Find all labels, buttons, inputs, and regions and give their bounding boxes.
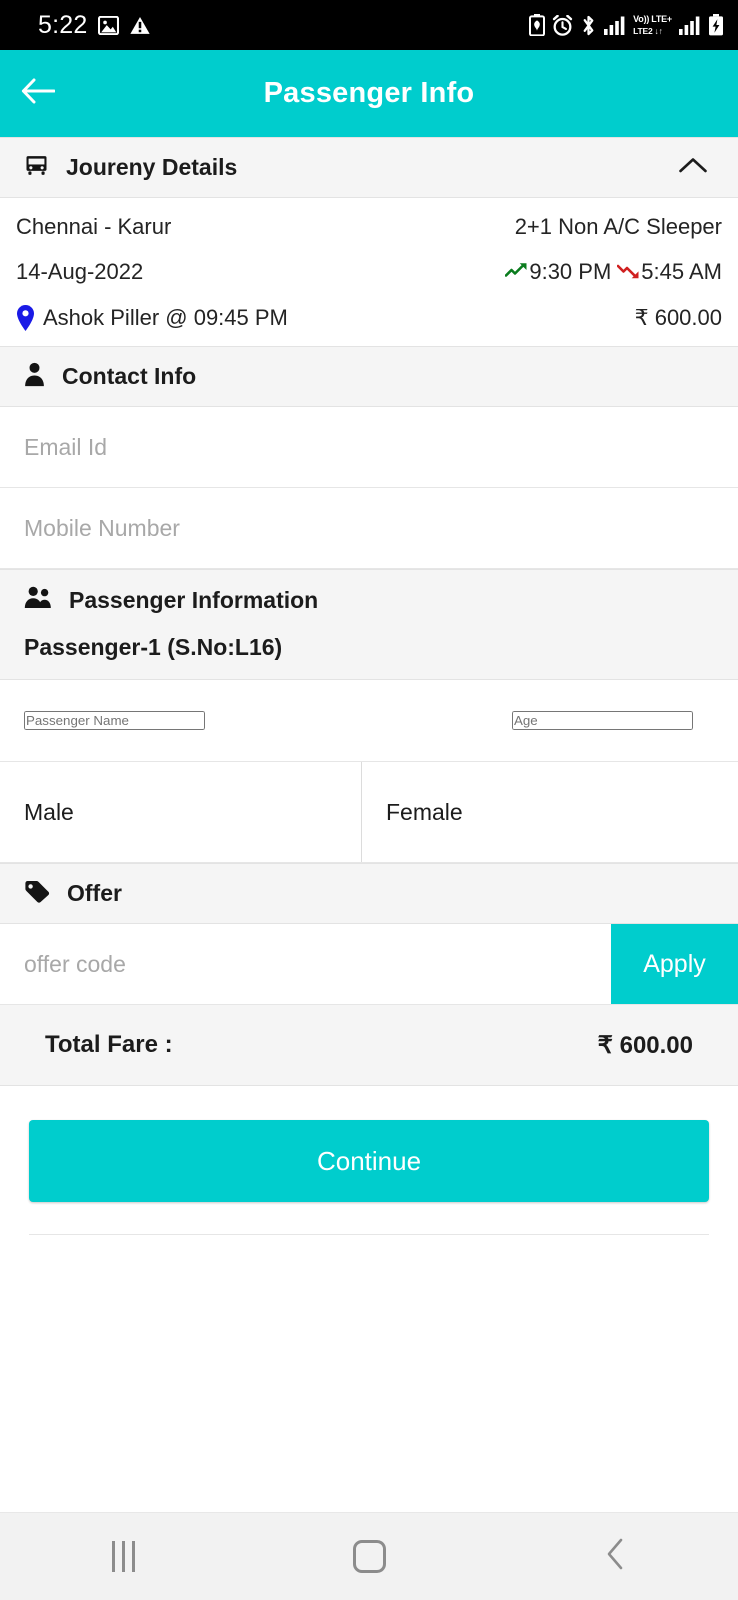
continue-button[interactable]: Continue [29, 1120, 709, 1202]
contact-info-header: Contact Info [0, 346, 738, 407]
passenger-label-row: Passenger-1 (S.No:L16) [24, 634, 714, 661]
gender-option-female[interactable]: Female [362, 762, 738, 862]
chevron-up-icon[interactable] [672, 150, 714, 186]
android-nav-bar [0, 1512, 738, 1600]
journey-row-boarding-fare: Ashok Piller @ 09:45 PM ₹ 600.00 [16, 304, 722, 332]
passenger-age-cell[interactable] [488, 680, 738, 761]
mobile-field-row[interactable] [0, 488, 738, 569]
passenger-name-cell[interactable] [0, 680, 488, 761]
journey-times: 9:30 PM 5:45 AM [505, 259, 722, 285]
gender-male-label: Male [24, 798, 74, 825]
status-bar: 5:22 Vo)) LTE+ LTE2 ↓↑ [0, 0, 738, 50]
volte-icon: Vo)) LTE+ LTE2 ↓↑ [633, 13, 672, 36]
journey-details-header[interactable]: Joureny Details [0, 137, 738, 198]
journey-row-route: Chennai - Karur 2+1 Non A/C Sleeper [16, 214, 722, 240]
passenger-label: Passenger-1 (S.No:L16) [24, 634, 283, 660]
nav-home-button[interactable] [309, 1513, 429, 1600]
email-input[interactable] [24, 433, 714, 461]
status-bar-clock: 5:22 [38, 10, 88, 39]
total-fare-bar: Total Fare : ₹ 600.00 [0, 1005, 738, 1086]
journey-bus-type: 2+1 Non A/C Sleeper [514, 214, 722, 239]
offer-title: Offer [67, 880, 122, 906]
arrival-time: 5:45 AM [641, 259, 722, 284]
page-title: Passenger Info [263, 77, 475, 109]
offer-row: Apply [0, 924, 738, 1005]
back-button[interactable] [16, 72, 60, 116]
journey-details-title: Joureny Details [66, 154, 238, 180]
bluetooth-icon [580, 14, 597, 37]
arrival-time-group: 5:45 AM [616, 259, 722, 285]
passenger-information-title-row: Passenger Information [24, 586, 714, 614]
status-bar-left: 5:22 [38, 10, 151, 40]
home-icon [352, 1540, 386, 1573]
passenger-name-age-row [0, 680, 738, 762]
signal-bars-icon [604, 16, 626, 35]
bus-icon [24, 153, 49, 183]
journey-row-date-times: 14-Aug-2022 9:30 PM 5:45 AM [16, 259, 722, 285]
alarm-icon [552, 14, 573, 36]
recents-icon [111, 1541, 135, 1572]
passenger-age-input[interactable] [512, 711, 693, 730]
mobile-input[interactable] [24, 514, 714, 542]
map-pin-icon [16, 304, 35, 332]
app-screen: 5:22 Vo)) LTE+ LTE2 ↓↑ Passenger Info Jo… [0, 0, 738, 1600]
offer-code-cell[interactable] [0, 924, 611, 1004]
image-icon [98, 15, 120, 35]
apply-button[interactable]: Apply [611, 924, 738, 1004]
nav-recents-button[interactable] [63, 1513, 183, 1600]
tag-icon [24, 880, 50, 908]
departure-time-group: 9:30 PM [505, 259, 611, 285]
nav-back-button[interactable] [555, 1513, 675, 1600]
trending-down-icon [616, 259, 640, 285]
app-bar: Passenger Info [0, 50, 738, 137]
data-arrows-label: ↓↑ [654, 25, 663, 36]
group-icon [24, 586, 52, 614]
lte-plus-label: LTE+ [651, 13, 672, 24]
battery-charging-icon [708, 14, 724, 36]
gender-female-label: Female [386, 798, 463, 825]
total-fare-label: Total Fare : [45, 1031, 173, 1058]
journey-fare: ₹ 600.00 [634, 305, 722, 330]
trending-up-icon [505, 259, 528, 285]
passenger-information-header: Passenger Information Passenger-1 (S.No:… [0, 569, 738, 680]
journey-route: Chennai - Karur [16, 214, 172, 239]
status-bar-right: Vo)) LTE+ LTE2 ↓↑ [529, 14, 724, 37]
content-divider [29, 1234, 709, 1235]
warning-icon [130, 16, 151, 35]
arrow-left-icon [21, 78, 56, 109]
passenger-information-title: Passenger Information [69, 586, 319, 613]
lte2-label: LTE2 [633, 25, 653, 36]
continue-section: Continue [0, 1086, 738, 1235]
gender-selector: Male Female [0, 762, 738, 863]
person-icon [24, 362, 45, 392]
offer-header: Offer [0, 863, 738, 924]
journey-date: 14-Aug-2022 [16, 259, 144, 284]
gender-option-male[interactable]: Male [0, 762, 362, 862]
journey-boarding-point: Ashok Piller @ 09:45 PM [43, 305, 288, 330]
journey-details-body: Chennai - Karur 2+1 Non A/C Sleeper 14-A… [0, 198, 738, 346]
total-fare-value: ₹ 600.00 [597, 1031, 693, 1059]
volte-label: Vo)) [633, 13, 650, 24]
battery-saver-icon [529, 14, 546, 36]
journey-boarding-group: Ashok Piller @ 09:45 PM [16, 304, 288, 332]
offer-code-input[interactable] [24, 950, 587, 978]
back-icon [605, 1538, 626, 1575]
signal-bars-2-icon [679, 16, 701, 35]
departure-time: 9:30 PM [529, 259, 612, 284]
email-field-row[interactable] [0, 407, 738, 488]
passenger-name-input[interactable] [24, 711, 205, 730]
contact-info-title: Contact Info [62, 363, 197, 389]
